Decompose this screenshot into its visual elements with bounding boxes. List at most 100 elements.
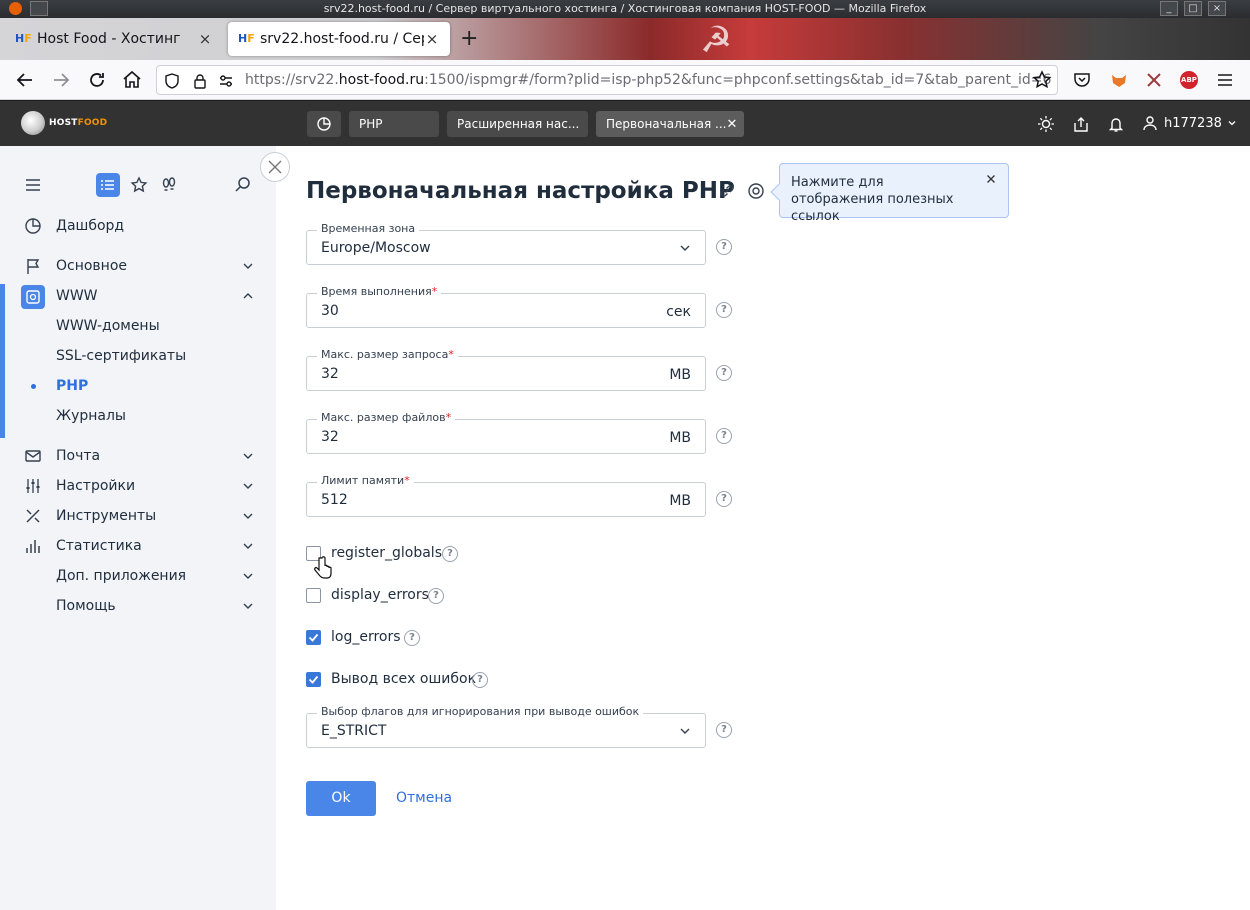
sidebar-item-label: Основное (56, 258, 128, 274)
sidebar-item-statistics[interactable]: Статистика (0, 532, 276, 560)
sidebar-item-mail[interactable]: Почта (0, 442, 276, 470)
url-prefix: https://srv22. (245, 72, 339, 88)
bookmark-star-icon[interactable] (1030, 68, 1054, 92)
footsteps-icon[interactable] (157, 173, 181, 197)
sidebar-item-main[interactable]: Основное (0, 252, 276, 280)
home-icon[interactable] (120, 68, 144, 92)
field-unit: MB (669, 430, 691, 446)
extension-fox-icon[interactable] (1107, 68, 1131, 92)
menu-toggle-icon[interactable] (21, 173, 45, 197)
new-tab-button[interactable]: + (460, 26, 478, 51)
close-icon[interactable]: × (197, 30, 213, 48)
field-value: 32 (321, 366, 339, 382)
sidebar-item-label: Инструменты (56, 508, 157, 524)
sliders-icon (24, 477, 42, 495)
sidebar-item-help[interactable]: Помощь (0, 592, 276, 620)
help-icon[interactable]: ? (716, 365, 732, 381)
window-titlebar: srv22.host-food.ru / Сервер виртуального… (0, 0, 1250, 18)
help-icon[interactable]: ? (442, 546, 458, 562)
field-label-text: Выбор флагов для игнорирования при вывод… (321, 705, 640, 718)
checkbox-label[interactable]: register_globals (331, 545, 442, 561)
max-request-size-input[interactable]: Макс. размер запроса* 32 MB (306, 348, 706, 391)
log-errors-checkbox[interactable] (306, 630, 321, 645)
theme-sun-icon[interactable] (1037, 115, 1055, 133)
all-errors-checkbox[interactable] (306, 672, 321, 687)
help-icon[interactable]: ? (716, 302, 732, 318)
sidebar-item-settings[interactable]: Настройки (0, 472, 276, 500)
menu-hamburger-icon[interactable] (1213, 68, 1237, 92)
shield-icon[interactable] (163, 72, 181, 90)
sidebar-subitem-php[interactable]: PHP (56, 378, 88, 394)
help-icon[interactable]: ? (404, 630, 420, 646)
sidebar-subitem-www-domains[interactable]: WWW-домены (56, 318, 160, 334)
list-view-button[interactable] (96, 173, 120, 197)
hand-cursor-icon (314, 556, 332, 579)
field-unit: сек (666, 304, 691, 320)
sidebar-item-label: Настройки (56, 478, 136, 494)
app-body: Дашборд Основное WWW WWW-домены SSL-серт… (0, 146, 1250, 910)
help-icon[interactable]: ? (716, 239, 732, 255)
checkmark-icon (308, 633, 319, 642)
link-icon[interactable] (718, 182, 736, 200)
required-mark: * (445, 411, 452, 424)
extension-tools-icon[interactable] (1142, 68, 1166, 92)
help-icon[interactable]: ? (716, 722, 732, 738)
field-value: 32 (321, 429, 339, 445)
close-icon[interactable]: × (424, 30, 440, 48)
browser-tab-hostfood[interactable]: HF Host Food - Хостинг × (5, 22, 223, 56)
sidebar-item-apps[interactable]: Доп. приложения (0, 562, 276, 590)
memory-limit-input[interactable]: Лимит памяти* 512 MB (306, 474, 706, 517)
help-icon[interactable]: ? (716, 428, 732, 444)
help-icon[interactable]: ? (716, 491, 732, 507)
window-title: srv22.host-food.ru / Сервер виртуального… (323, 2, 927, 15)
ok-button[interactable]: Ok (306, 781, 376, 816)
permissions-icon[interactable] (217, 72, 235, 90)
sidebar-item-tools[interactable]: Инструменты (0, 502, 276, 530)
dashboard-crumb[interactable] (307, 111, 341, 137)
lock-icon[interactable] (191, 72, 209, 90)
user-menu[interactable]: h177238 (1142, 115, 1238, 131)
sidebar-subitem-logs[interactable]: Журналы (56, 408, 126, 424)
page-title: Первоначальная настройка PHP (306, 178, 735, 204)
cancel-button[interactable]: Отмена (396, 790, 452, 806)
help-icon[interactable]: ? (472, 672, 488, 688)
sidebar-subitem-ssl[interactable]: SSL-сертификаты (56, 348, 186, 364)
breadcrumb-current[interactable]: Первоначальная ... ✕ (596, 111, 744, 137)
minimize-button[interactable]: _ (1160, 1, 1178, 16)
close-window-button[interactable]: × (1208, 1, 1226, 16)
close-icon[interactable] (984, 172, 998, 186)
help-icon[interactable]: ? (428, 588, 444, 604)
breadcrumb-advanced[interactable]: Расширенная нас... (447, 111, 588, 137)
timezone-select[interactable]: Временная зона Europe/Moscow (306, 222, 706, 265)
bell-icon[interactable] (1107, 115, 1125, 133)
execution-time-input[interactable]: Время выполнения* 30 сек (306, 285, 706, 328)
breadcrumb-php[interactable]: PHP (349, 111, 439, 137)
close-panel-button[interactable] (260, 152, 290, 182)
adblock-plus-icon[interactable]: ABP (1180, 71, 1198, 89)
upload-icon[interactable] (1072, 115, 1090, 133)
username: h177238 (1164, 115, 1222, 131)
sidebar-item-www[interactable]: WWW (0, 282, 276, 310)
max-file-size-input[interactable]: Макс. размер файлов* 32 MB (306, 411, 706, 454)
favorites-star-icon[interactable] (127, 173, 151, 197)
close-icon[interactable]: ✕ (727, 117, 738, 132)
reload-icon[interactable] (85, 68, 109, 92)
flag-icon (24, 257, 42, 275)
display-errors-checkbox[interactable] (306, 588, 321, 603)
sidebar-item-dashboard[interactable]: Дашборд (0, 212, 276, 240)
checkbox-label[interactable]: display_errors (331, 587, 429, 603)
browser-tab-srv22[interactable]: HF srv22.host-food.ru / Серве × (228, 22, 450, 56)
error-flags-select[interactable]: Выбор флагов для игнорирования при вывод… (306, 705, 706, 748)
help-lifebuoy-icon[interactable] (747, 182, 765, 200)
maximize-button[interactable]: □ (1184, 1, 1202, 16)
chevron-down-icon (241, 599, 255, 613)
search-icon[interactable] (231, 173, 255, 197)
checkbox-label[interactable]: Вывод всех ошибок (331, 671, 476, 687)
pocket-icon[interactable] (1070, 68, 1094, 92)
url-bar[interactable]: https://srv22.host-food.ru:1500/ispmgr#/… (156, 65, 1058, 95)
back-icon[interactable] (13, 68, 37, 92)
chevron-down-icon (241, 479, 255, 493)
forward-icon[interactable] (49, 68, 73, 92)
checkbox-label[interactable]: log_errors (331, 629, 401, 645)
hostfood-logo[interactable]: HOSTFOOD (21, 111, 107, 135)
